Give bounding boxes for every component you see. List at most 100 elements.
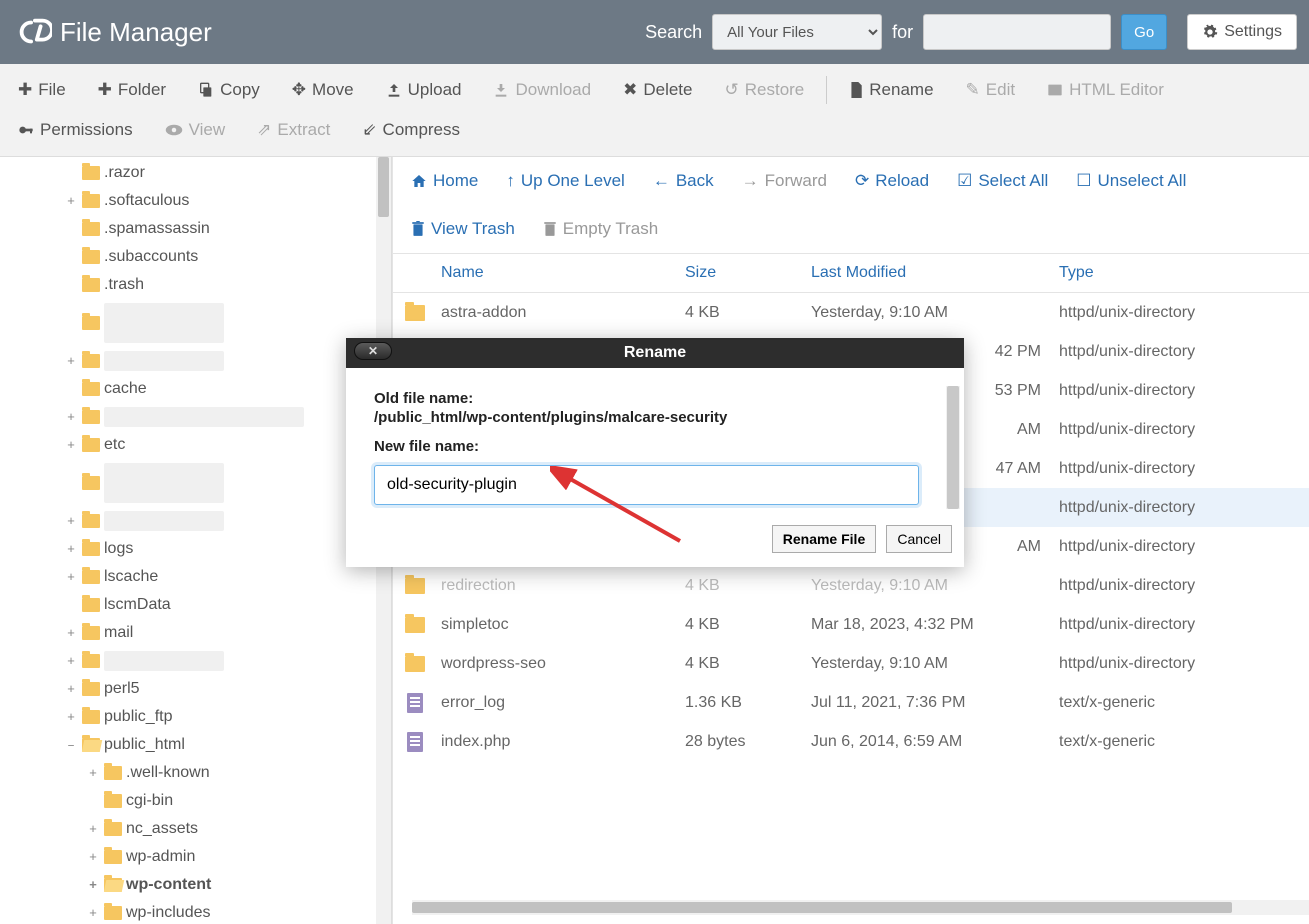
up-one-level-link[interactable]: ↑Up One Level <box>506 171 624 191</box>
tree-item[interactable]: +.well-known <box>0 759 391 787</box>
delete-button[interactable]: ✖Delete <box>609 72 706 108</box>
expand-toggle[interactable]: + <box>86 906 100 921</box>
table-row[interactable]: redirection4 KBYesterday, 9:10 AMhttpd/u… <box>393 566 1309 605</box>
expand-toggle[interactable]: + <box>86 766 100 781</box>
expand-toggle[interactable]: + <box>64 710 78 725</box>
new-file-button[interactable]: ✚File <box>4 72 80 108</box>
tree-item[interactable]: +logs <box>0 535 391 563</box>
table-header[interactable]: Name Size Last Modified Type <box>393 254 1309 293</box>
edit-button[interactable]: ✎Edit <box>952 72 1030 108</box>
search-input[interactable] <box>923 14 1111 50</box>
col-name[interactable]: Name <box>437 264 685 282</box>
rename-button[interactable]: Rename <box>835 72 947 108</box>
tree-item[interactable]: +wp-includes <box>0 899 391 924</box>
copy-button[interactable]: Copy <box>184 72 274 108</box>
empty-trash-link[interactable]: Empty Trash <box>543 219 658 239</box>
tree-item[interactable]: +etc <box>0 431 391 459</box>
download-button[interactable]: Download <box>479 72 605 108</box>
key-icon <box>18 122 34 138</box>
expand-toggle[interactable]: + <box>64 514 78 529</box>
tree-item[interactable]: –public_html <box>0 731 391 759</box>
table-row[interactable]: astra-addon4 KBYesterday, 9:10 AMhttpd/u… <box>393 293 1309 332</box>
rename-file-button[interactable]: Rename File <box>772 525 876 553</box>
tree-item[interactable]: +wp-admin <box>0 843 391 871</box>
compress-icon: ⇙ <box>362 120 376 140</box>
file-modified: Jul 11, 2021, 7:36 PM <box>811 694 1059 712</box>
expand-toggle[interactable]: + <box>86 822 100 837</box>
old-name-path: /public_html/wp-content/plugins/malcare-… <box>374 409 936 426</box>
tree-item[interactable] <box>0 299 391 347</box>
cancel-button[interactable]: Cancel <box>886 525 952 553</box>
table-row[interactable]: wordpress-seo4 KBYesterday, 9:10 AMhttpd… <box>393 644 1309 683</box>
view-trash-link[interactable]: View Trash <box>411 219 515 239</box>
restore-button[interactable]: ↺Restore <box>710 72 818 108</box>
folder-icon <box>82 514 100 528</box>
check-icon: ☑ <box>957 171 972 191</box>
tree-item[interactable]: + <box>0 347 391 375</box>
tree-item[interactable]: .trash <box>0 271 391 299</box>
folder-tree[interactable]: .razor+.softaculous.spamassassin.subacco… <box>0 157 392 924</box>
move-button[interactable]: ✥Move <box>278 72 368 108</box>
tree-item[interactable]: +perl5 <box>0 675 391 703</box>
tree-item[interactable]: lscmData <box>0 591 391 619</box>
html-editor-button[interactable]: HTML Editor <box>1033 72 1178 108</box>
expand-toggle[interactable]: + <box>64 194 78 209</box>
forward-link[interactable]: →Forward <box>742 171 827 191</box>
tree-item[interactable]: +.softaculous <box>0 187 391 215</box>
tree-item[interactable]: cache <box>0 375 391 403</box>
back-link[interactable]: ←Back <box>653 171 714 191</box>
search-scope-select[interactable]: All Your Files <box>712 14 882 50</box>
home-link[interactable]: Home <box>411 171 478 191</box>
tree-item[interactable]: + <box>0 507 391 535</box>
col-type[interactable]: Type <box>1059 264 1309 282</box>
file-size: 4 KB <box>685 655 811 673</box>
file-size: 4 KB <box>685 304 811 322</box>
expand-toggle[interactable]: + <box>64 542 78 557</box>
expand-toggle[interactable]: + <box>86 878 100 893</box>
tree-item[interactable]: cgi-bin <box>0 787 391 815</box>
expand-toggle[interactable]: + <box>86 850 100 865</box>
table-row[interactable]: index.php28 bytesJun 6, 2014, 6:59 AMtex… <box>393 722 1309 761</box>
expand-toggle[interactable]: + <box>64 682 78 697</box>
tree-item[interactable]: +nc_assets <box>0 815 391 843</box>
col-size[interactable]: Size <box>685 264 811 282</box>
upload-button[interactable]: Upload <box>372 72 476 108</box>
tree-item[interactable]: +public_ftp <box>0 703 391 731</box>
tree-item[interactable] <box>0 459 391 507</box>
expand-toggle[interactable]: + <box>64 570 78 585</box>
new-folder-button[interactable]: ✚Folder <box>84 72 180 108</box>
copy-icon <box>198 82 214 98</box>
go-button[interactable]: Go <box>1121 14 1167 50</box>
tree-item[interactable]: .subaccounts <box>0 243 391 271</box>
reload-link[interactable]: ⟳Reload <box>855 171 929 191</box>
settings-button[interactable]: Settings <box>1187 14 1297 50</box>
tree-item[interactable]: +lscache <box>0 563 391 591</box>
expand-toggle[interactable]: – <box>64 738 78 753</box>
tree-label: wp-content <box>126 876 211 894</box>
expand-toggle[interactable]: + <box>64 354 78 369</box>
select-all-link[interactable]: ☑Select All <box>957 171 1048 191</box>
dialog-scrollbar[interactable] <box>946 386 960 509</box>
expand-toggle[interactable]: + <box>64 410 78 425</box>
permissions-button[interactable]: Permissions <box>4 112 147 148</box>
col-modified[interactable]: Last Modified <box>811 264 1059 282</box>
table-row[interactable]: simpletoc4 KBMar 18, 2023, 4:32 PMhttpd/… <box>393 605 1309 644</box>
tree-item[interactable]: .spamassassin <box>0 215 391 243</box>
tree-item[interactable]: + <box>0 647 391 675</box>
close-icon[interactable]: ✕ <box>354 342 392 360</box>
tree-item[interactable]: + wp-content <box>0 871 391 899</box>
expand-toggle[interactable]: + <box>64 438 78 453</box>
horizontal-scrollbar[interactable] <box>412 900 1309 915</box>
tree-item[interactable]: .razor <box>0 159 391 187</box>
tree-item[interactable]: +mail <box>0 619 391 647</box>
compress-button[interactable]: ⇙Compress <box>348 112 474 148</box>
expand-toggle[interactable]: + <box>64 626 78 641</box>
table-row[interactable]: error_log1.36 KBJul 11, 2021, 7:36 PMtex… <box>393 683 1309 722</box>
tree-item[interactable]: + <box>0 403 391 431</box>
dialog-titlebar[interactable]: ✕ Rename <box>346 338 964 368</box>
expand-toggle[interactable]: + <box>64 654 78 669</box>
unselect-all-link[interactable]: ☐Unselect All <box>1076 171 1186 191</box>
new-name-input[interactable] <box>374 465 919 505</box>
view-button[interactable]: View <box>151 112 240 148</box>
extract-button[interactable]: ⇗Extract <box>243 112 344 148</box>
